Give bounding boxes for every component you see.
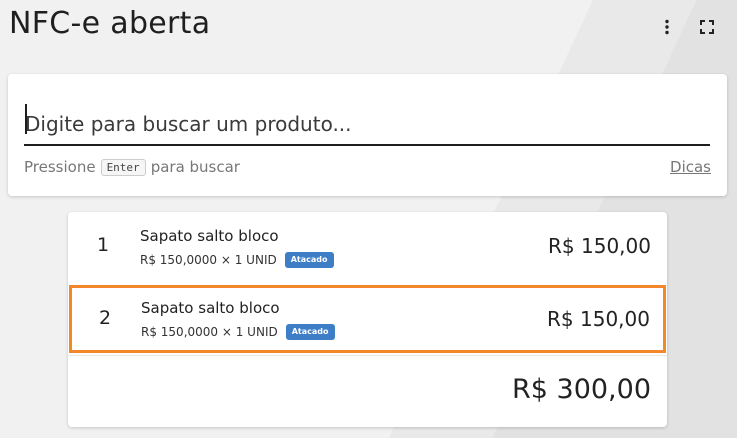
- item-total: R$ 150,00: [548, 234, 651, 258]
- item-name: Sapato salto bloco: [140, 227, 279, 245]
- wholesale-badge: Atacado: [284, 252, 334, 268]
- search-card: Pressione Enter para buscar Dicas: [8, 74, 727, 196]
- page-title: NFC-e aberta: [9, 6, 211, 41]
- item-total: R$ 150,00: [547, 307, 650, 331]
- item-price-qty: R$ 150,0000 × 1 UNID: [141, 325, 278, 339]
- items-list: 1 Sapato salto bloco R$ 150,0000 × 1 UNI…: [68, 212, 667, 427]
- item-price-qty: R$ 150,0000 × 1 UNID: [140, 253, 277, 267]
- hint-suffix: para buscar: [150, 158, 240, 176]
- grand-total: R$ 300,00: [512, 374, 651, 405]
- list-item[interactable]: 1 Sapato salto bloco R$ 150,0000 × 1 UNI…: [68, 212, 667, 282]
- more-vert-icon[interactable]: [658, 18, 676, 36]
- enter-key-badge: Enter: [100, 158, 146, 176]
- text-caret: [25, 104, 27, 134]
- item-number: 2: [99, 307, 112, 329]
- item-number: 1: [97, 234, 110, 256]
- wholesale-badge: Atacado: [285, 324, 335, 340]
- item-detail: R$ 150,0000 × 1 UNID Atacado: [140, 252, 334, 268]
- divider: [68, 355, 667, 356]
- fullscreen-icon[interactable]: [698, 18, 716, 36]
- item-name: Sapato salto bloco: [141, 299, 280, 317]
- tips-link[interactable]: Dicas: [670, 158, 711, 176]
- list-item-selected[interactable]: 2 Sapato salto bloco R$ 150,0000 × 1 UNI…: [69, 285, 666, 353]
- search-input[interactable]: [24, 104, 710, 146]
- item-detail: R$ 150,0000 × 1 UNID Atacado: [141, 324, 335, 340]
- search-hint: Pressione Enter para buscar: [24, 158, 240, 176]
- hint-prefix: Pressione: [24, 158, 96, 176]
